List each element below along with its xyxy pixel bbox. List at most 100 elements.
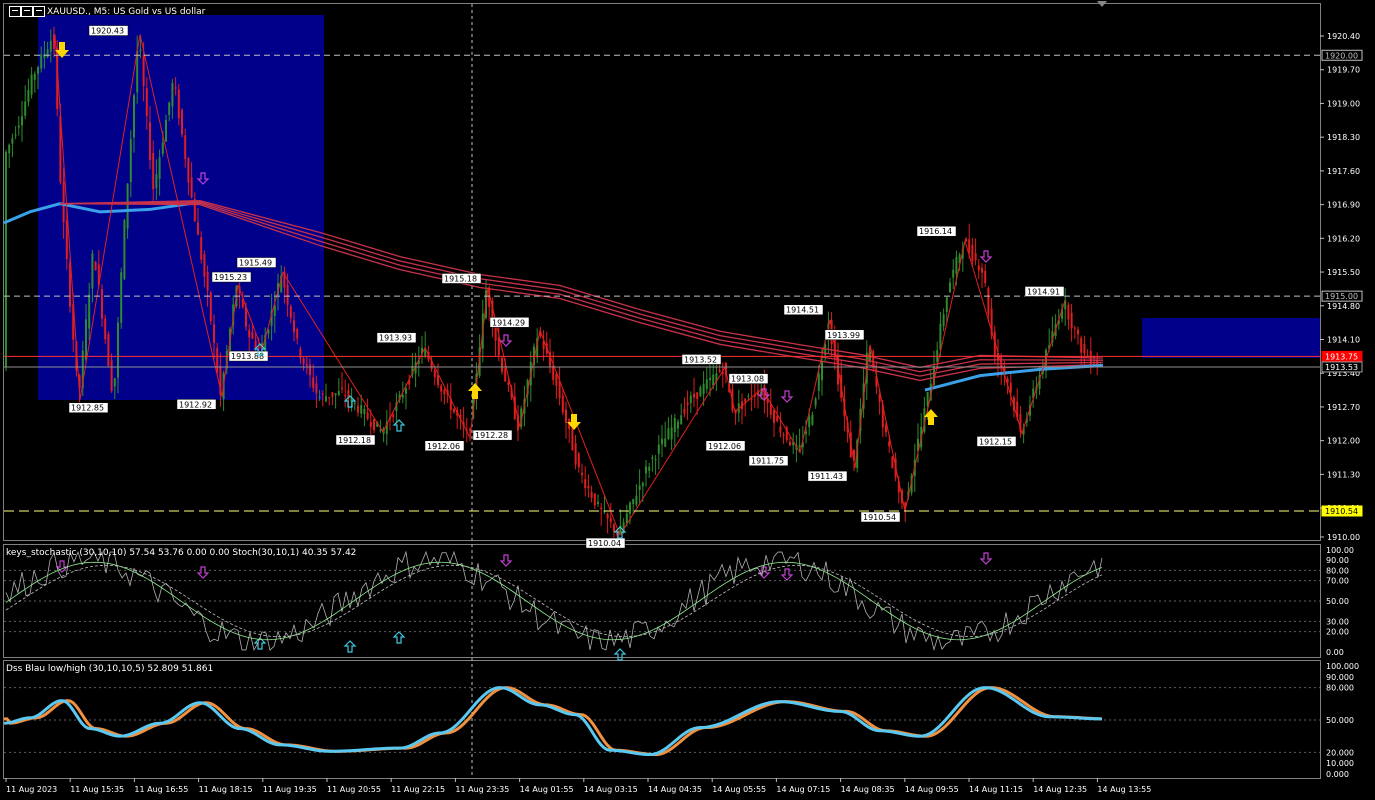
candle-body — [667, 428, 670, 439]
candle-body — [641, 483, 644, 487]
time-tick-label: 14 Aug 05:55 — [712, 785, 766, 794]
candle-body — [689, 395, 692, 403]
chart-list-icon[interactable] — [21, 6, 33, 17]
candle-body — [257, 347, 260, 349]
candle-body — [664, 438, 667, 447]
candle-body — [181, 109, 183, 135]
candle-body — [341, 387, 343, 390]
candle-body — [248, 330, 251, 338]
price-tag-label: 1915.00 — [1325, 292, 1358, 301]
candle-body — [113, 378, 116, 387]
price-tag: 1910.54 — [1321, 505, 1363, 517]
candle-body — [494, 325, 497, 341]
candle-body — [453, 408, 455, 412]
candle-body — [321, 393, 324, 395]
candle-body — [974, 253, 977, 260]
stoch-axis-label: 100.00 — [1326, 546, 1354, 555]
candle-body — [149, 122, 151, 160]
candle-body — [705, 379, 708, 389]
candle-body — [360, 405, 363, 414]
zigzag-price-label: 1914.29 — [489, 317, 530, 328]
candle-body — [123, 220, 126, 279]
chart-window-icon[interactable] — [33, 6, 45, 17]
candle-body — [126, 183, 129, 229]
time-tick-label: 11 Aug 20:55 — [327, 785, 381, 794]
label-text: 1915.23 — [214, 273, 247, 282]
candle-body — [155, 174, 158, 189]
candle-body — [629, 502, 631, 514]
candle-body — [632, 499, 635, 504]
candle-body — [654, 459, 657, 461]
zigzag-price-label: 1912.85 — [68, 402, 109, 413]
candle-body — [213, 324, 215, 343]
candle-body — [369, 422, 372, 427]
candle-body — [88, 294, 91, 329]
zigzag-price-label: 1910.04 — [585, 537, 626, 549]
stoch-axis-label: 90.00 — [1326, 556, 1349, 565]
label-text: 1913.08 — [731, 375, 764, 384]
candle-body — [574, 442, 577, 465]
candle-body — [305, 363, 308, 366]
chart-shift-icon[interactable] — [1097, 1, 1107, 7]
candle-body — [49, 40, 52, 52]
label-text: 1914.51 — [786, 306, 819, 315]
price-tick-label: 1914.80 — [1327, 302, 1360, 311]
candle-body — [888, 441, 891, 447]
candle-body — [21, 116, 23, 126]
price-tick-label: 1911.30 — [1327, 470, 1360, 479]
candle-body — [590, 492, 593, 499]
price-tag: 1920.00 — [1321, 49, 1363, 61]
candle-body — [821, 360, 823, 380]
time-tick-label: 14 Aug 13:55 — [1097, 785, 1151, 794]
time-tick-label: 11 Aug 2023 — [6, 785, 57, 794]
candle-body — [107, 333, 110, 367]
candle-body — [718, 369, 721, 372]
candle-body — [65, 220, 68, 259]
supply-zone-right — [1142, 318, 1320, 358]
price-tag-label: 1910.54 — [1325, 507, 1358, 516]
candle-body — [814, 398, 817, 406]
candle-body — [776, 415, 779, 422]
label-text: 1913.88 — [231, 352, 264, 361]
candle-body — [46, 49, 49, 57]
chart-menu-icon[interactable] — [9, 6, 21, 17]
buy-signal-arrow-icon — [924, 409, 938, 425]
candle-body — [811, 414, 814, 425]
dss-axis-label: 90.000 — [1326, 673, 1354, 682]
candle-body — [696, 392, 699, 400]
candle-body — [216, 348, 219, 373]
stochastic-title: keys_stochastic (30,10,10) 57.54 53.76 0… — [6, 548, 357, 558]
candle-body — [174, 87, 177, 89]
time-tick-label: 11 Aug 23:35 — [455, 785, 509, 794]
candle-body — [670, 427, 673, 440]
candle-body — [584, 479, 587, 489]
price-tick-label: 1918.30 — [1327, 133, 1360, 142]
candle-body — [645, 466, 647, 474]
candle-body — [1067, 304, 1070, 320]
zigzag-price-label: 1912.28 — [472, 429, 513, 441]
zigzag-price-label: 1913.99 — [824, 329, 865, 341]
candle-body — [197, 222, 199, 235]
candle-body — [110, 360, 113, 392]
label-text: 1912.92 — [179, 400, 212, 409]
candle-body — [593, 493, 596, 506]
price-tick-label: 1910.00 — [1327, 533, 1360, 542]
price-tag: 1915.00 — [1321, 290, 1363, 302]
candle-body — [712, 374, 715, 386]
candle-body — [8, 144, 11, 154]
label-text: 1914.91 — [1027, 287, 1060, 296]
candle-body — [789, 441, 791, 446]
candle-body — [325, 396, 327, 402]
zigzag-price-label: 1912.92 — [176, 399, 217, 410]
chart-canvas[interactable]: 1920.43 1912.85 1915.49 1915.23 1912.92 1913.… — [0, 0, 1375, 800]
candle-body — [405, 388, 407, 394]
candle-body — [184, 135, 187, 160]
candle-body — [318, 397, 321, 399]
candle-body — [625, 513, 628, 524]
candle-body — [977, 265, 980, 271]
time-tick-label: 14 Aug 01:55 — [520, 785, 574, 794]
candle-body — [657, 444, 660, 454]
label-text: 1910.54 — [863, 513, 896, 522]
label-text: 1915.49 — [239, 259, 272, 268]
label-text: 1913.52 — [684, 355, 717, 364]
